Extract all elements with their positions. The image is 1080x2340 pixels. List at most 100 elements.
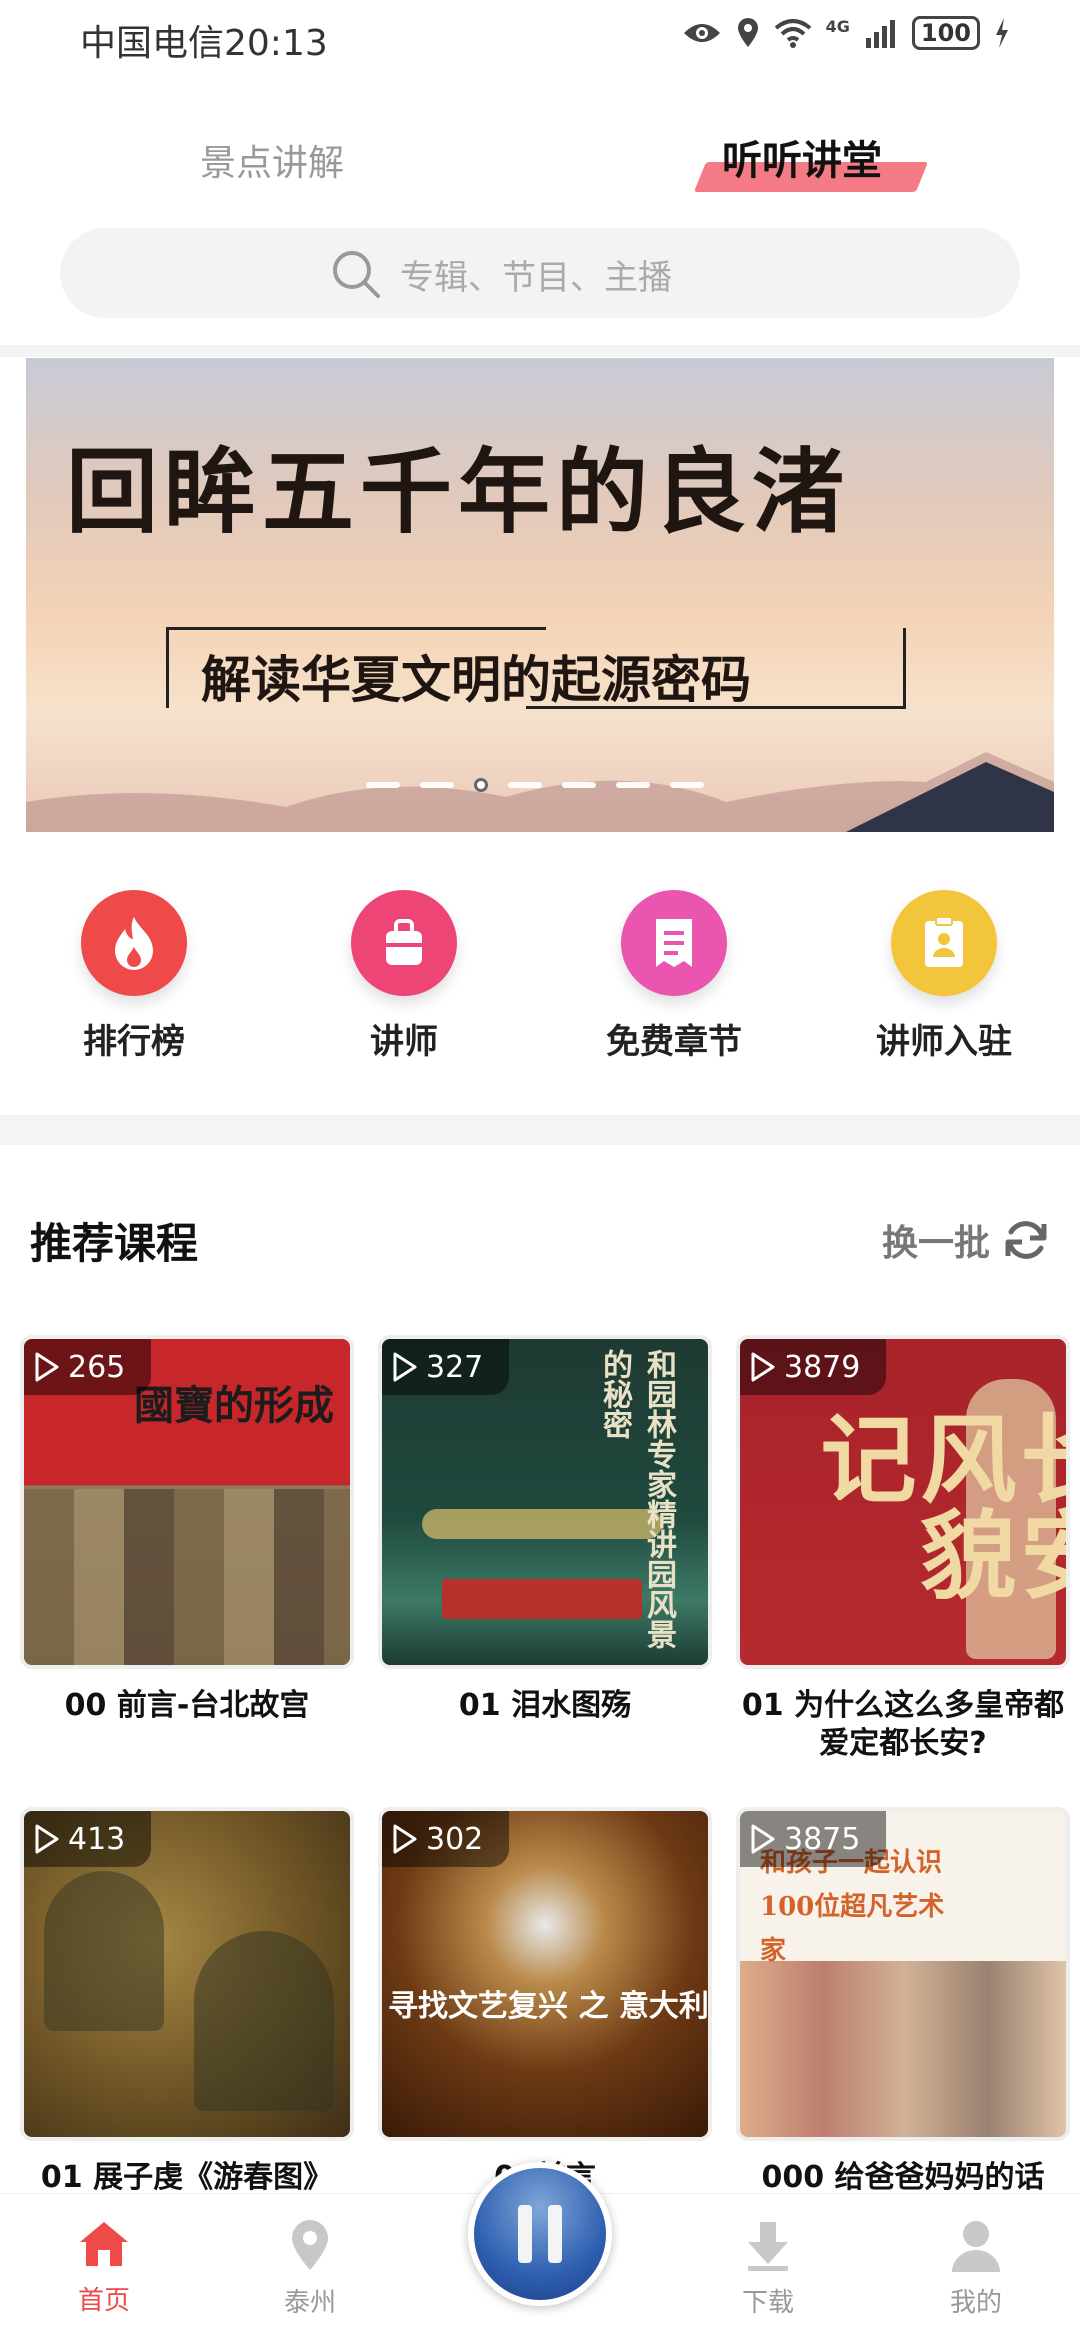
course-card[interactable]: 和孩子一起认识100位超凡艺术家 3875 000 给爸爸妈妈的话: [736, 1807, 1070, 2197]
category-label: 讲师入驻: [876, 1022, 1012, 1062]
play-count-badge: 3879: [740, 1339, 887, 1395]
course-title: 01 泪水图殇: [458, 1688, 632, 1723]
carousel-dot[interactable]: [508, 782, 542, 788]
play-count-badge: 327: [382, 1339, 510, 1395]
recommend-header: 推荐课程 换一批: [30, 1210, 1050, 1270]
play-icon: [35, 1352, 59, 1382]
status-bar: 中国电信20:13 4G 100: [0, 0, 1080, 80]
charging-icon: [996, 18, 1008, 48]
audio-player-button[interactable]: [468, 2162, 612, 2306]
top-tabs: 景点讲解 听听讲堂: [0, 120, 1080, 200]
category-shortcuts: 排行榜 讲师 免费章节 讲师入驻: [0, 890, 1080, 1090]
play-count-badge: 265: [24, 1339, 152, 1395]
course-cover[interactable]: 寻找文艺复兴 之 意大利 302: [378, 1807, 712, 2141]
category-lecturer-join[interactable]: 讲师入驻: [844, 890, 1044, 1063]
course-card[interactable]: 长安 风貌记 3879 01 为什么这么多皇帝都爱定都长安?: [736, 1335, 1070, 1763]
category-label: 讲师: [370, 1022, 438, 1062]
section-divider: [0, 1115, 1080, 1145]
nav-label: 我的: [949, 2288, 1002, 2318]
play-icon: [393, 1352, 417, 1382]
course-cover[interactable]: 413: [20, 1807, 354, 2141]
mountain-illustration: [26, 752, 1054, 832]
course-card[interactable]: 寻找文艺复兴 之 意大利 302 00前言: [378, 1807, 712, 2197]
refresh-label: 换一批: [881, 1223, 990, 1264]
play-count: 3875: [784, 1821, 861, 1857]
course-title: 01 为什么这么多皇帝都爱定都长安?: [741, 1688, 1065, 1761]
play-icon: [35, 1824, 59, 1854]
carousel-dot-active[interactable]: [474, 778, 488, 792]
briefcase-icon: [351, 890, 457, 996]
cover-text: 國寶的形成: [134, 1382, 334, 1429]
badge-icon: [891, 890, 997, 996]
status-icons: 4G 100: [682, 16, 1010, 50]
course-cover[interactable]: 长安 风貌记 3879: [736, 1335, 1070, 1669]
play-icon: [393, 1824, 417, 1854]
course-cover[interactable]: 國寶的形成 265: [20, 1335, 354, 1669]
play-count-badge: 413: [24, 1811, 152, 1867]
play-icon: [751, 1352, 775, 1382]
banner-title: 回眸五千年的良渚: [66, 438, 851, 546]
search-placeholder: 专辑、节目、主播: [400, 258, 672, 298]
carrier-time: 中国电信20:13: [80, 23, 328, 64]
nav-mine[interactable]: 我的: [916, 2218, 1036, 2319]
document-icon: [621, 890, 727, 996]
wifi-icon: [774, 19, 811, 48]
carousel-dot[interactable]: [366, 782, 400, 788]
course-title: 00 前言-台北故宫: [64, 1688, 310, 1723]
artwork-collage: [24, 1489, 350, 1665]
course-card[interactable]: 和园林专家精讲园风景的秘密 327 01 泪水图殇: [378, 1335, 712, 1725]
carousel-dot[interactable]: [670, 782, 704, 788]
tab-lecture-hall[interactable]: 听听讲堂: [722, 128, 882, 186]
course-card[interactable]: 413 01 展子虔《游春图》: [20, 1807, 354, 2197]
cover-text: 和园林专家精讲园风景的秘密: [597, 1349, 676, 1649]
download-icon: [748, 2222, 788, 2271]
pause-icon: [518, 2205, 532, 2263]
category-label: 排行榜: [83, 1022, 185, 1062]
artists-illustration: [740, 1961, 1066, 2137]
course-card[interactable]: 國寶的形成 265 00 前言-台北故宫: [20, 1335, 354, 1725]
nav-label: 首页: [77, 2286, 130, 2316]
play-count: 302: [426, 1821, 484, 1857]
bottom-navigation: 首页 泰州 下载 我的: [0, 2162, 1080, 2340]
category-free-chapters[interactable]: 免费章节: [574, 890, 774, 1063]
category-lecturer[interactable]: 讲师: [304, 890, 504, 1063]
landscape-illustration: [194, 1931, 334, 2111]
carousel-indicator: [366, 778, 704, 792]
fire-icon: [81, 890, 187, 996]
refresh-button[interactable]: 换一批: [882, 1214, 1050, 1266]
category-label: 免费章节: [606, 1022, 742, 1062]
play-count: 413: [68, 1821, 126, 1857]
divider: [0, 345, 1080, 357]
search-icon: [333, 251, 380, 298]
play-count-badge: 3875: [740, 1811, 887, 1867]
course-title: 01 展子虔《游春图》: [40, 2160, 334, 2195]
search-bar[interactable]: 专辑、节目、主播: [60, 228, 1020, 318]
nav-taizhou[interactable]: 泰州: [250, 2218, 370, 2319]
course-cover[interactable]: 和园林专家精讲园风景的秘密 327: [378, 1335, 712, 1669]
carousel-dot[interactable]: [420, 782, 454, 788]
cover-text: 寻找文艺复兴 之 意大利: [388, 1989, 709, 2024]
landscape-illustration: [44, 1871, 164, 2031]
nav-download[interactable]: 下载: [708, 2218, 828, 2319]
nav-home[interactable]: 首页: [44, 2218, 164, 2317]
location-status-icon: [737, 18, 758, 47]
user-icon: [952, 2221, 1000, 2272]
carousel-dot[interactable]: [616, 782, 650, 788]
banner-carousel[interactable]: 回眸五千年的良渚 解读华夏文明的起源密码: [26, 358, 1054, 832]
home-icon: [80, 2222, 128, 2266]
network-type: 4G: [825, 16, 850, 36]
play-count-badge: 302: [382, 1811, 510, 1867]
banner-subtitle: 解读华夏文明的起源密码: [201, 650, 751, 709]
nav-label: 泰州: [283, 2288, 336, 2318]
eye-icon: [683, 24, 720, 42]
play-icon: [751, 1824, 775, 1854]
tab-scenic-guide[interactable]: 景点讲解: [200, 134, 344, 186]
course-cover[interactable]: 和孩子一起认识100位超凡艺术家 3875: [736, 1807, 1070, 2141]
carousel-dot[interactable]: [562, 782, 596, 788]
course-title: 000 给爸爸妈妈的话: [761, 2160, 1045, 2195]
play-count: 3879: [784, 1349, 861, 1385]
play-count: 327: [426, 1349, 484, 1385]
battery-indicator: 100: [911, 16, 980, 50]
signal-icon: [865, 20, 895, 48]
category-ranking[interactable]: 排行榜: [34, 890, 234, 1063]
